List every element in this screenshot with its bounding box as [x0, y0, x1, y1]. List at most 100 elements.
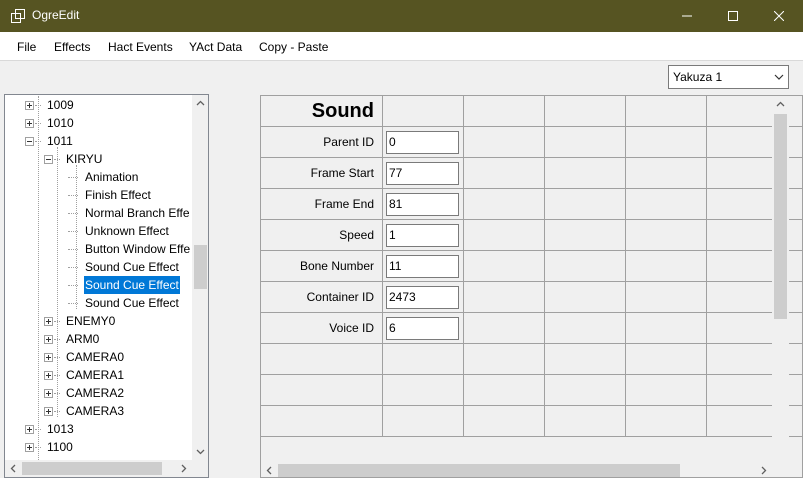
expand-icon[interactable] — [44, 389, 53, 398]
maximize-button[interactable] — [710, 0, 756, 32]
tree-node[interactable]: 1009 — [5, 96, 192, 114]
tree-node[interactable]: Finish Effect — [5, 186, 192, 204]
tree-node-label[interactable]: Normal Branch Effe — [84, 204, 191, 222]
menu-file[interactable]: File — [17, 40, 36, 54]
tree-node-label[interactable]: Sound Cue Effect — [84, 294, 180, 312]
menu-hact-events[interactable]: Hact Events — [108, 40, 173, 54]
tree-node-label[interactable]: CAMERA3 — [65, 402, 125, 420]
tree-node[interactable]: Unknown Effect — [5, 222, 192, 240]
tree-node-label[interactable]: 1013 — [46, 420, 75, 438]
tree-node[interactable]: Sound Cue Effect — [5, 258, 192, 276]
tree-node[interactable]: ARM0 — [5, 330, 192, 348]
menu-yact-data[interactable]: YAct Data — [189, 40, 242, 54]
tree-node[interactable]: CAMERA3 — [5, 402, 192, 420]
tree-node[interactable]: Button Window Effe — [5, 240, 192, 258]
grid-cell — [261, 406, 383, 437]
tree-node[interactable]: KIRYU — [5, 150, 192, 168]
tree-node[interactable]: CAMERA2 — [5, 384, 192, 402]
grid-cell: Voice ID — [261, 313, 383, 344]
scroll-up-icon[interactable] — [772, 96, 789, 113]
expand-icon[interactable] — [44, 317, 53, 326]
field-input[interactable]: 77 — [386, 162, 459, 185]
expand-icon[interactable] — [44, 371, 53, 380]
expand-icon[interactable] — [44, 335, 53, 344]
tree-node-label[interactable]: Unknown Effect — [84, 222, 170, 240]
grid-vertical-thumb[interactable] — [774, 114, 787, 319]
grid-cell: Container ID — [261, 282, 383, 313]
scroll-left-icon[interactable] — [261, 462, 278, 477]
grid-horizontal-scrollbar[interactable] — [261, 462, 772, 477]
tree-node[interactable]: CAMERA0 — [5, 348, 192, 366]
tree-node[interactable]: 1100 — [5, 438, 192, 456]
grid-cell — [626, 189, 707, 220]
tree-node-label[interactable]: ENEMY0 — [65, 312, 116, 330]
grid-cell — [383, 375, 464, 406]
grid-vertical-scrollbar[interactable] — [772, 96, 789, 462]
tree-connector — [35, 123, 41, 124]
grid-cell — [464, 344, 545, 375]
tree-node[interactable]: 1013 — [5, 420, 192, 438]
tree-node-label[interactable]: KIRYU — [65, 150, 103, 168]
tree-node-label[interactable]: ARM0 — [65, 330, 100, 348]
tree-node[interactable]: 1011 — [5, 132, 192, 150]
collapse-icon[interactable] — [44, 155, 53, 164]
scroll-right-icon[interactable] — [755, 462, 772, 477]
expand-icon[interactable] — [44, 407, 53, 416]
tree-node-label[interactable]: Sound Cue Effect — [84, 276, 180, 294]
tree-horizontal-thumb[interactable] — [22, 462, 162, 475]
expand-icon[interactable] — [44, 353, 53, 362]
scroll-right-icon[interactable] — [175, 460, 192, 477]
field-label: Parent ID — [323, 135, 374, 149]
tree-node-label[interactable]: Finish Effect — [84, 186, 152, 204]
expand-icon[interactable] — [25, 119, 34, 128]
tree-node-label[interactable]: Sound Cue Effect — [84, 258, 180, 276]
menu-effects[interactable]: Effects — [54, 40, 90, 54]
tree-node[interactable]: 1010 — [5, 114, 192, 132]
scroll-up-icon[interactable] — [192, 95, 208, 112]
grid-title: Sound — [311, 100, 374, 122]
expand-icon[interactable] — [25, 425, 34, 434]
tree-horizontal-scrollbar[interactable] — [5, 460, 192, 477]
collapse-icon[interactable] — [25, 137, 34, 146]
tree-node-label[interactable]: 1010 — [46, 114, 75, 132]
tree-connector — [54, 321, 60, 322]
field-input[interactable]: 2473 — [386, 286, 459, 309]
field-label: Frame Start — [310, 166, 374, 180]
tree-node-label[interactable]: 1100 — [46, 438, 74, 456]
game-select[interactable]: Yakuza 1 — [668, 65, 789, 89]
effects-tree[interactable]: 1009 1010 1011 KIRYU Animation Finish Effect N… — [4, 94, 209, 478]
grid-cell — [788, 220, 802, 251]
tree-node[interactable]: Animation — [5, 168, 192, 186]
tree-node-label[interactable]: Button Window Effe — [84, 240, 191, 258]
field-input[interactable]: 1 — [386, 224, 459, 247]
menu-bar: File Effects Hact Events YAct Data Copy … — [0, 32, 803, 61]
tree-node[interactable]: ENEMY0 — [5, 312, 192, 330]
grid-horizontal-thumb[interactable] — [278, 464, 680, 477]
tree-node-label[interactable]: CAMERA1 — [65, 366, 125, 384]
close-button[interactable] — [756, 0, 802, 32]
expand-icon[interactable] — [25, 101, 34, 110]
tree-node-label[interactable]: 1011 — [46, 132, 74, 150]
tree-node[interactable]: Normal Branch Effe — [5, 204, 192, 222]
tree-node[interactable]: CAMERA1 — [5, 366, 192, 384]
field-input[interactable]: 11 — [386, 255, 459, 278]
tree-node-label[interactable]: CAMERA2 — [65, 384, 125, 402]
title-bar: OgreEdit — [0, 0, 803, 32]
tree-node-label[interactable]: CAMERA0 — [65, 348, 125, 366]
menu-copy-paste[interactable]: Copy - Paste — [259, 40, 328, 54]
tree-node[interactable]: Sound Cue Effect — [5, 276, 192, 294]
tree-node[interactable]: Sound Cue Effect — [5, 294, 192, 312]
grid-cell: 2473 — [383, 282, 464, 313]
tree-node-label[interactable]: 1009 — [46, 96, 75, 114]
field-input[interactable]: 0 — [386, 131, 459, 154]
expand-icon[interactable] — [25, 443, 34, 452]
scroll-left-icon[interactable] — [5, 460, 22, 477]
field-input[interactable]: 81 — [386, 193, 459, 216]
minimize-button[interactable] — [664, 0, 710, 32]
field-input[interactable]: 6 — [386, 317, 459, 340]
tree-vertical-thumb[interactable] — [194, 245, 207, 289]
grid-cell: 6 — [383, 313, 464, 344]
tree-vertical-scrollbar[interactable] — [192, 95, 208, 460]
tree-node-label[interactable]: Animation — [84, 168, 139, 186]
scroll-down-icon[interactable] — [192, 443, 208, 460]
